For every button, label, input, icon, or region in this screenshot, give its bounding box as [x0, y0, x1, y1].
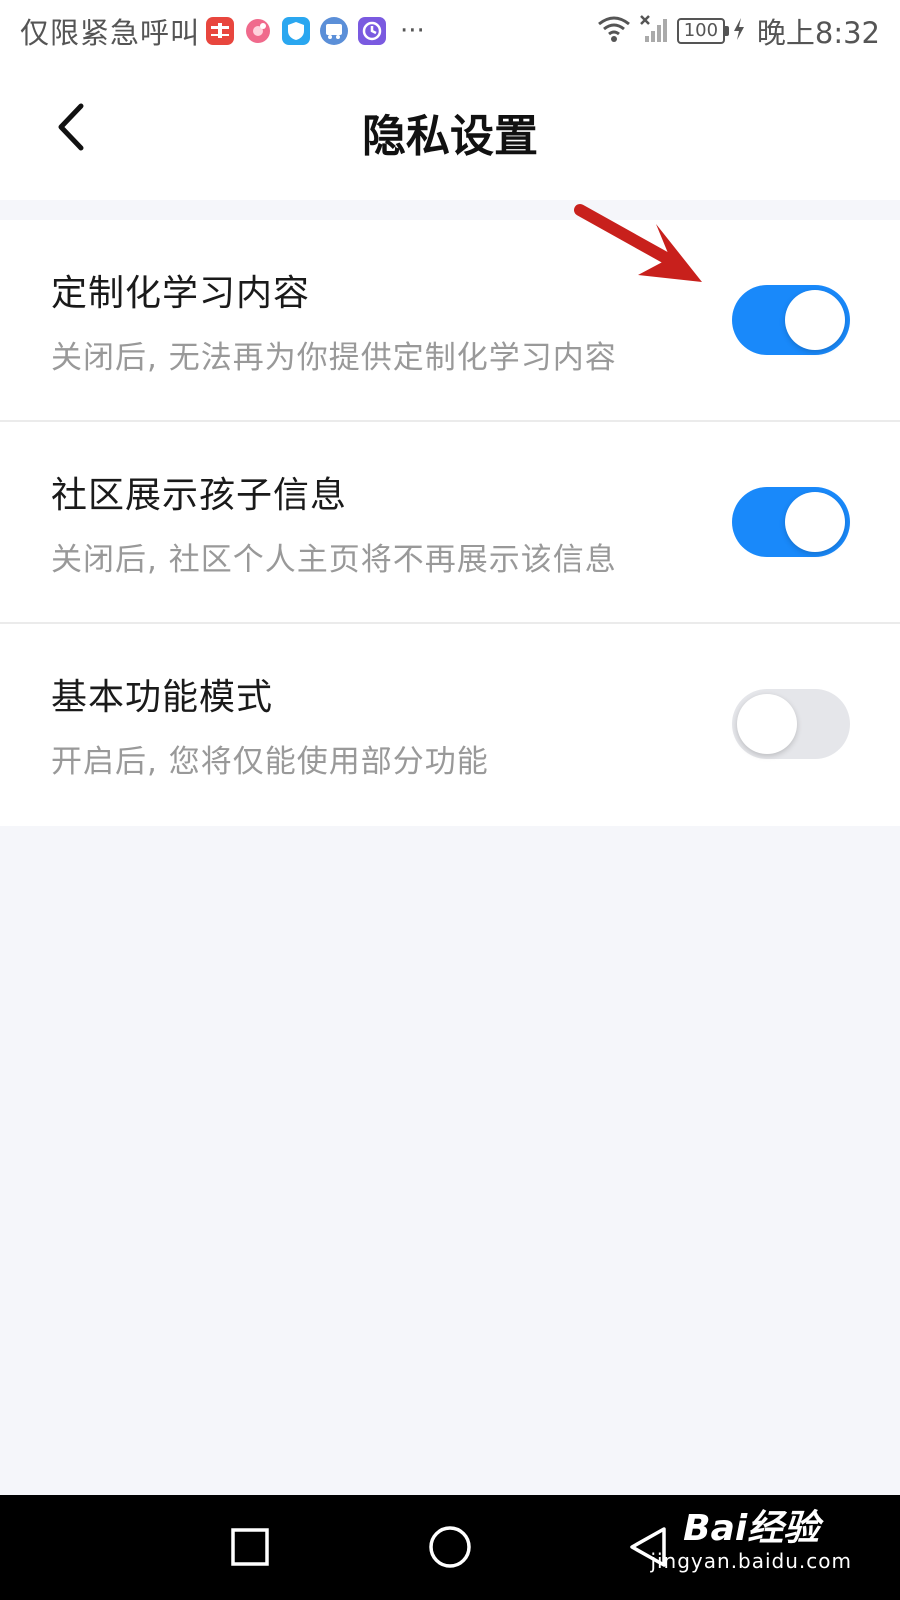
clock: 晚上8:32 — [756, 16, 880, 50]
status-right-group: 100 晚上8:32 — [597, 10, 880, 52]
toggle-knob — [785, 290, 845, 350]
privacy-settings-screen: 仅限紧急呼叫 ··· 100 晚上8:32 隐私设置 定制化学习内容 关闭后, … — [0, 0, 900, 1600]
toggle-knob — [785, 492, 845, 552]
shield-app-icon — [282, 17, 311, 45]
setting-title: 定制化学习内容 — [51, 273, 311, 314]
toggle-knob — [737, 694, 797, 754]
setting-description: 关闭后, 社区个人主页将不再展示该信息 — [51, 542, 617, 578]
setting-row-basic-mode: 基本功能模式 开启后, 您将仅能使用部分功能 — [0, 624, 900, 826]
toggle-custom-learning[interactable] — [732, 285, 850, 355]
baidu-jingyan-watermark: Bai经验 jingyan.baidu.com — [650, 1508, 852, 1574]
annotation-arrow-icon — [574, 204, 702, 282]
clock-app-icon — [358, 17, 387, 45]
bus-app-icon — [320, 17, 349, 45]
recent-apps-button[interactable] — [230, 1527, 270, 1571]
notification-icons: ··· — [206, 17, 425, 45]
no-signal-icon — [639, 14, 669, 48]
setting-title: 社区展示孩子信息 — [51, 475, 348, 516]
carrier-text: 仅限紧急呼叫 — [20, 16, 201, 50]
square-icon — [231, 1528, 269, 1566]
page-title: 隐私设置 — [362, 111, 538, 162]
setting-description: 关闭后, 无法再为你提供定制化学习内容 — [51, 340, 617, 376]
more-notifications-icon: ··· — [400, 16, 425, 46]
nav-header: 隐私设置 — [0, 62, 900, 200]
toggle-basic-mode[interactable] — [732, 689, 850, 759]
circle-icon — [429, 1526, 471, 1568]
setting-row-custom-learning: 定制化学习内容 关闭后, 无法再为你提供定制化学习内容 — [0, 220, 900, 422]
status-bar: 仅限紧急呼叫 ··· 100 晚上8:32 — [0, 0, 900, 62]
wifi-icon — [597, 15, 631, 47]
system-nav-bar: Bai经验 jingyan.baidu.com — [0, 1495, 900, 1600]
qijia-app-icon — [206, 17, 235, 45]
charging-icon — [733, 17, 745, 45]
toggle-community-child-info[interactable] — [732, 487, 850, 557]
setting-description: 开启后, 您将仅能使用部分功能 — [51, 744, 489, 780]
home-button[interactable] — [428, 1525, 472, 1573]
flower-app-icon — [244, 17, 272, 45]
setting-row-community-child-info: 社区展示孩子信息 关闭后, 社区个人主页将不再展示该信息 — [0, 422, 900, 624]
watermark-url: jingyan.baidu.com — [650, 1549, 852, 1573]
watermark-main-text: Bai经验 — [683, 1508, 820, 1549]
battery-icon: 100 — [676, 18, 729, 44]
settings-list: 定制化学习内容 关闭后, 无法再为你提供定制化学习内容 社区展示孩子信息 关闭后… — [0, 220, 900, 826]
setting-title: 基本功能模式 — [51, 677, 274, 718]
